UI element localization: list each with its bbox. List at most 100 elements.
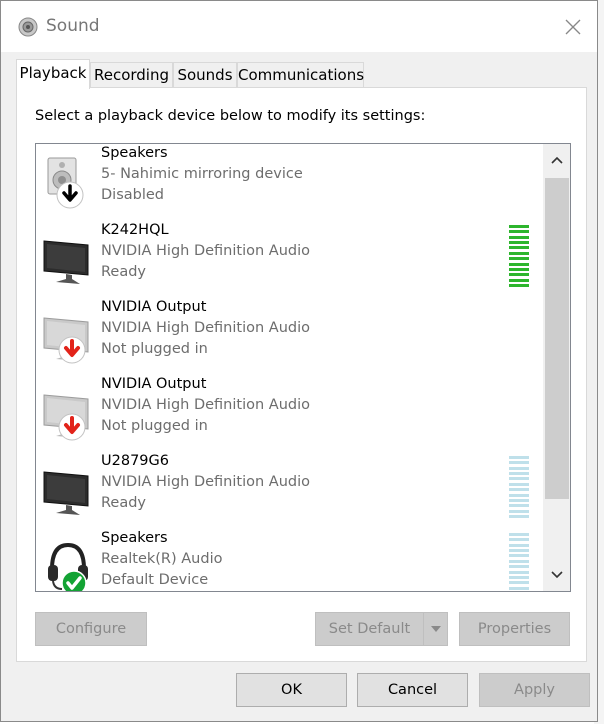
meter-segment	[509, 482, 529, 486]
close-icon	[565, 19, 581, 34]
properties-button-label: Properties	[477, 621, 552, 637]
meter-segment	[509, 472, 529, 476]
ok-button-label: OK	[281, 682, 302, 698]
meter-segment	[509, 488, 529, 492]
tab-recording[interactable]: Recording	[90, 62, 173, 88]
meter-segment	[509, 543, 529, 547]
playback-device-list[interactable]: Speakers 5- Nahimic mirroring device Dis…	[35, 143, 571, 592]
device-description: NVIDIA High Definition Audio	[101, 243, 310, 259]
scroll-down-button[interactable]	[543, 559, 570, 591]
device-status: Default Device	[101, 572, 209, 588]
tab-sounds[interactable]: Sounds	[173, 62, 237, 88]
meter-segment	[509, 230, 529, 234]
meter-segment	[509, 498, 529, 502]
device-name: NVIDIA Output	[101, 376, 207, 392]
monitor-icon	[43, 240, 89, 284]
list-scrollbar[interactable]	[543, 144, 570, 591]
meter-segment	[509, 477, 529, 481]
device-description: NVIDIA High Definition Audio	[101, 397, 310, 413]
device-name: Speakers	[101, 145, 168, 161]
device-status: Not plugged in	[101, 341, 208, 357]
close-button[interactable]	[549, 1, 597, 52]
cancel-button[interactable]: Cancel	[357, 673, 468, 707]
device-name: NVIDIA Output	[101, 299, 207, 315]
device-description: 5- Nahimic mirroring device	[101, 166, 303, 182]
sound-dialog: Sound Playback Recording Sounds Communic…	[0, 0, 598, 722]
meter-segment	[509, 461, 529, 465]
device-description: Realtek(R) Audio	[101, 551, 223, 567]
meter-segment	[509, 581, 529, 585]
meter-segment	[509, 283, 529, 287]
meter-segment	[509, 262, 529, 266]
device-status: Not plugged in	[101, 418, 208, 434]
meter-segment	[509, 514, 529, 518]
tab-recording-label: Recording	[93, 66, 170, 84]
apply-button-label: Apply	[514, 682, 555, 698]
monitor-unplugged-icon	[43, 394, 89, 441]
configure-button[interactable]: Configure	[35, 612, 147, 646]
meter-segment	[509, 533, 529, 536]
set-default-button[interactable]: Set Default	[315, 612, 424, 646]
meter-segment	[509, 278, 529, 282]
tab-communications-label: Communications	[238, 66, 365, 84]
monitor-icon	[43, 471, 89, 515]
meter-segment	[509, 504, 529, 508]
tab-playback[interactable]: Playback	[16, 59, 90, 89]
properties-button[interactable]: Properties	[459, 612, 570, 646]
meter-segment	[509, 493, 529, 497]
meter-segment	[509, 273, 529, 277]
meter-segment	[509, 257, 529, 261]
meter-segment	[509, 549, 529, 553]
cancel-button-label: Cancel	[387, 682, 438, 698]
instruction-text: Select a playback device below to modify…	[35, 108, 426, 124]
device-item[interactable]: Speakers Realtek(R) Audio Default Device	[36, 529, 543, 591]
apply-button[interactable]: Apply	[479, 673, 590, 707]
scroll-up-button[interactable]	[543, 144, 570, 176]
device-item[interactable]: NVIDIA Output NVIDIA High Definition Aud…	[36, 298, 543, 375]
meter-segment	[509, 559, 529, 563]
volume-meter	[509, 533, 529, 591]
device-item[interactable]: K242HQL NVIDIA High Definition Audio Rea…	[36, 221, 543, 298]
scrollbar-thumb[interactable]	[545, 178, 569, 499]
device-description: NVIDIA High Definition Audio	[101, 320, 310, 336]
speaker-disabled-icon	[47, 157, 84, 209]
meter-segment	[509, 565, 529, 569]
volume-meter	[509, 456, 529, 518]
device-name: U2879G6	[101, 453, 169, 469]
set-default-button-label: Set Default	[328, 621, 411, 637]
meter-segment	[509, 225, 529, 228]
tab-communications[interactable]: Communications	[237, 62, 364, 88]
configure-button-label: Configure	[55, 621, 127, 637]
device-name: Speakers	[101, 530, 168, 546]
volume-meter	[509, 225, 529, 287]
meter-segment	[509, 538, 529, 542]
speaker-app-icon	[18, 17, 38, 37]
title-bar: Sound	[1, 1, 597, 52]
meter-segment	[509, 575, 529, 579]
meter-segment	[509, 456, 529, 459]
chevron-down-icon	[551, 571, 563, 579]
device-status: Ready	[101, 495, 147, 511]
set-default-dropdown[interactable]	[423, 612, 448, 646]
meter-segment	[509, 570, 529, 574]
meter-segment	[509, 466, 529, 470]
device-item[interactable]: Speakers 5- Nahimic mirroring device Dis…	[36, 144, 543, 221]
device-item[interactable]: NVIDIA Output NVIDIA High Definition Aud…	[36, 375, 543, 452]
device-name: K242HQL	[101, 222, 169, 238]
meter-segment	[509, 246, 529, 250]
meter-segment	[509, 509, 529, 513]
tab-sounds-label: Sounds	[177, 66, 233, 84]
dropdown-arrow-icon	[430, 626, 441, 632]
meter-segment	[509, 241, 529, 245]
ok-button[interactable]: OK	[236, 673, 347, 707]
device-item[interactable]: U2879G6 NVIDIA High Definition Audio Rea…	[36, 452, 543, 529]
window-title: Sound	[46, 16, 100, 36]
meter-segment	[509, 267, 529, 271]
meter-segment	[509, 251, 529, 255]
meter-segment	[509, 586, 529, 590]
device-description: NVIDIA High Definition Audio	[101, 474, 310, 490]
chevron-up-icon	[551, 156, 563, 164]
tab-playback-label: Playback	[19, 64, 87, 82]
meter-segment	[509, 235, 529, 239]
meter-segment	[509, 554, 529, 558]
